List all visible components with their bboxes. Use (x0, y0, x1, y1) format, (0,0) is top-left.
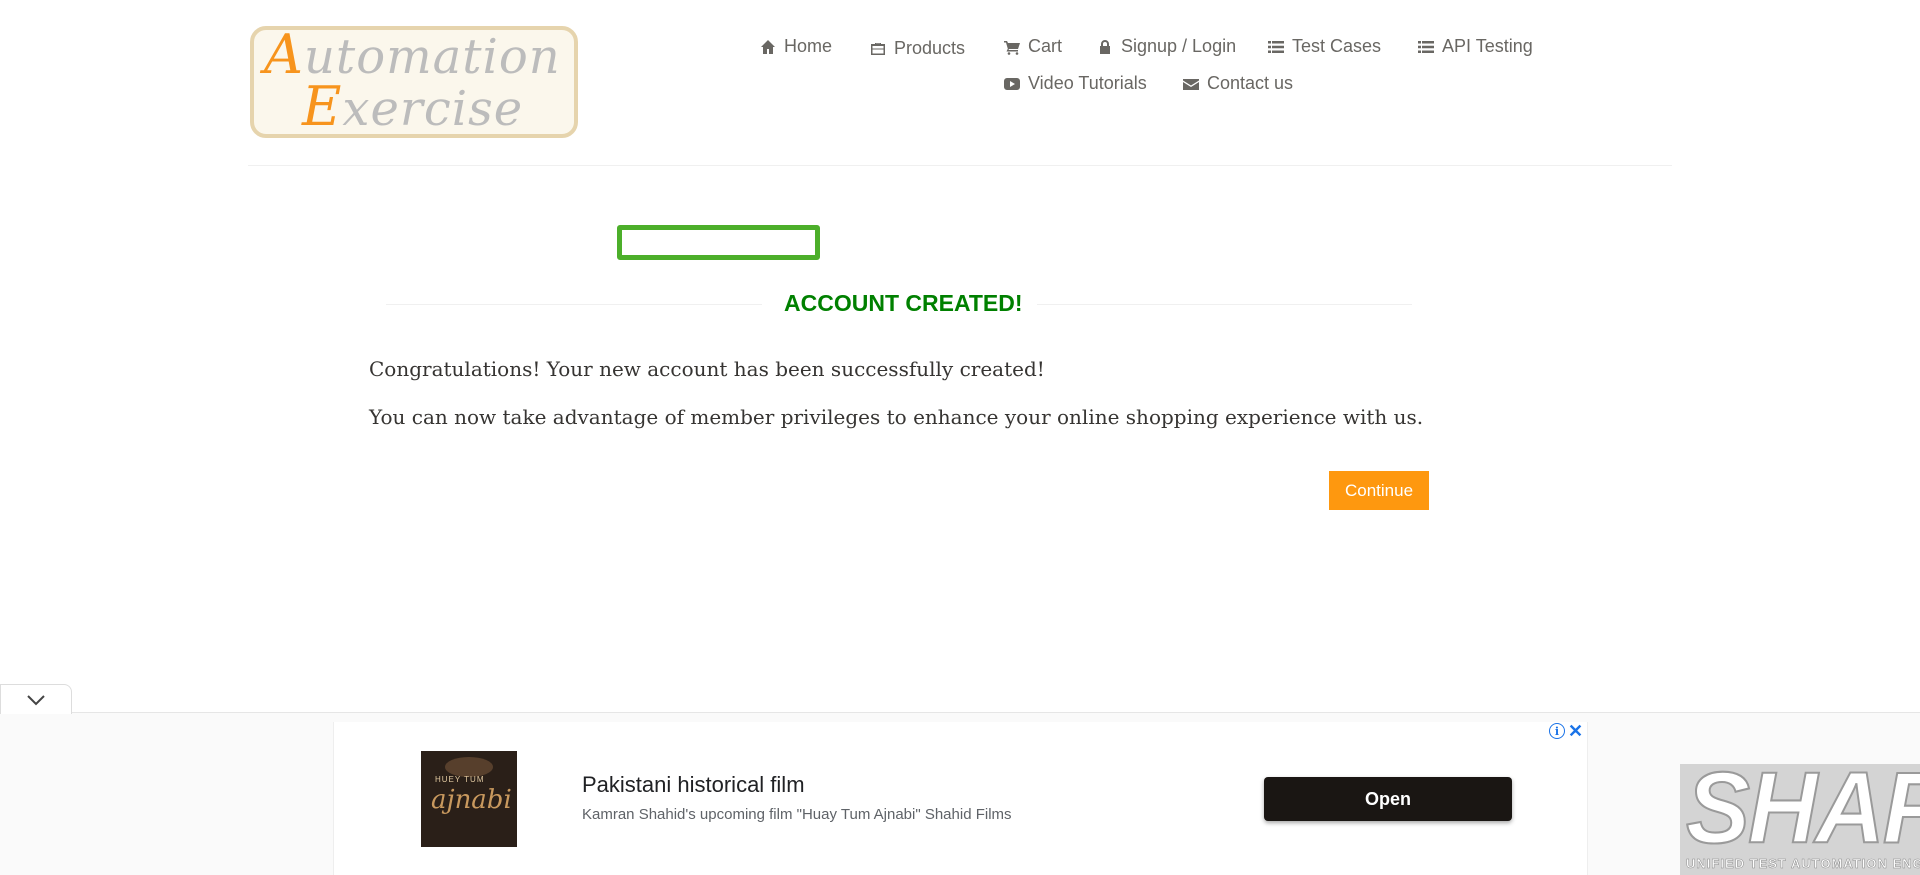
nav-contact-us[interactable]: Contact us (1183, 73, 1293, 94)
nav-home[interactable]: Home (760, 36, 832, 57)
nav-test-cases[interactable]: Test Cases (1268, 36, 1381, 57)
ad-open-button[interactable]: Open (1264, 777, 1512, 821)
nav-cart[interactable]: Cart (1004, 36, 1062, 57)
watermark-title: SHAFT (1685, 764, 1920, 866)
nav-api-testing[interactable]: API Testing (1418, 36, 1533, 57)
cart-icon (1004, 40, 1020, 55)
site-logo[interactable]: Automation Exercise (250, 26, 578, 138)
success-message: Congratulations! Your new account has be… (369, 357, 1045, 381)
page-title: ACCOUNT CREATED! (784, 290, 1023, 316)
highlight-box (617, 225, 820, 260)
lock-icon (1100, 39, 1110, 54)
nav-test-cases-label: Test Cases (1292, 36, 1382, 56)
privileges-message: You can now take advantage of member pri… (369, 405, 1424, 429)
list-icon (1268, 40, 1284, 53)
ad-thumbnail-glow (445, 757, 493, 777)
ad-thumbnail[interactable]: HUEY TUM ajnabi (421, 751, 517, 847)
home-icon (761, 39, 775, 54)
title-divider-left (386, 304, 762, 305)
chevron-down-icon (27, 694, 45, 705)
nav-home-label: Home (784, 36, 833, 56)
watermark-subtitle: UNIFIED TEST AUTOMATION ENGINE (1686, 856, 1920, 872)
nav-cart-label: Cart (1028, 36, 1063, 56)
header-divider (248, 165, 1672, 166)
list-icon (1418, 40, 1434, 53)
ad-subtitle: Kamran Shahid's upcoming film "Huay Tum … (582, 806, 1012, 823)
nav-video-tutorials[interactable]: Video Tutorials (1004, 73, 1147, 94)
ad-info-icon[interactable]: i (1549, 723, 1565, 739)
ad-close-icon[interactable]: ✕ (1568, 721, 1583, 742)
briefcase-icon (871, 42, 885, 55)
nav-products-label: Products (894, 38, 966, 58)
ad-collapse-tab[interactable] (0, 684, 72, 714)
title-divider-right (1037, 304, 1412, 305)
youtube-play-icon (1004, 77, 1020, 90)
nav-signup-login-label: Signup / Login (1121, 36, 1237, 56)
shaft-watermark: SHAFT UNIFIED TEST AUTOMATION ENGINE (1680, 764, 1920, 875)
nav-contact-us-label: Contact us (1207, 73, 1294, 93)
continue-button[interactable]: Continue (1329, 471, 1429, 510)
nav-signup-login[interactable]: Signup / Login (1097, 36, 1236, 57)
nav-video-tutorials-label: Video Tutorials (1028, 73, 1147, 93)
ad-thumbnail-caption: HUEY TUM (435, 775, 485, 784)
envelope-icon (1183, 78, 1199, 90)
logo-line-2: Exercise (302, 75, 524, 138)
ad-thumbnail-title: ajnabi (431, 785, 512, 815)
nav-api-testing-label: API Testing (1442, 36, 1533, 56)
ad-title[interactable]: Pakistani historical film (582, 772, 805, 798)
nav-products[interactable]: Products (870, 38, 965, 59)
